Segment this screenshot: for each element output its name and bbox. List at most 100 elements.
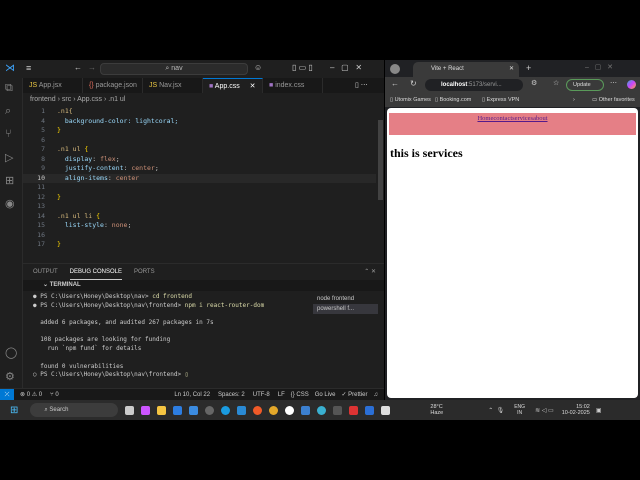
tray-icons[interactable]: ⌃ 🎙	[488, 407, 504, 414]
layout-icons[interactable]: ▯ ▭ ▯	[292, 63, 313, 72]
code-token: list-style	[57, 221, 104, 229]
run-debug-icon[interactable]: ▷	[5, 151, 13, 164]
clock[interactable]: 15:02 10-02-2025	[562, 404, 590, 416]
code-line: 13	[23, 202, 376, 212]
breadcrumb-item[interactable]: src	[62, 96, 71, 103]
command-search[interactable]: ⌕ nav	[100, 63, 248, 75]
bookmark-booking[interactable]: ▯ Booking.com	[435, 93, 471, 107]
tab-app-jsx[interactable]: JS App.jsx	[23, 78, 83, 93]
indentation[interactable]: Spaces: 2	[218, 392, 245, 398]
nav-links[interactable]: Homecontactservicesabout	[389, 113, 636, 122]
extensions-icon[interactable]: ⚙	[531, 79, 537, 87]
language-indicator[interactable]: ENG IN	[514, 404, 525, 416]
vscode-taskbar-icon[interactable]	[237, 405, 247, 415]
code-token: .n1 ul	[57, 145, 85, 153]
tab-nav-jsx[interactable]: JS Nav.jsx	[143, 78, 203, 93]
task-view-icon[interactable]	[125, 405, 135, 415]
activity-bar: ⧉ ⌕ ⑂ ▷ ⊞ ◉ ◯ ⚙	[0, 78, 23, 388]
notifications-icon[interactable]: ▣	[596, 407, 602, 414]
app-red-icon[interactable]	[349, 405, 359, 415]
search-icon[interactable]: ⌕	[5, 105, 11, 118]
mail-icon[interactable]	[189, 405, 199, 415]
copilot-app-icon[interactable]	[141, 405, 151, 415]
code-editor[interactable]: 1 .n1{4 background-color: lightcoral; 5} 6 7…	[23, 107, 376, 257]
tab-package-json[interactable]: {} package.json	[83, 78, 143, 93]
extensions-icon[interactable]: ⊞	[5, 174, 14, 187]
settings-gear-icon[interactable]: ⚙	[5, 370, 15, 383]
terminal-icon[interactable]	[333, 405, 343, 415]
remote-icon[interactable]: ⤫	[0, 388, 14, 401]
tab-index-css[interactable]: ■ index.css	[263, 78, 323, 93]
bell-icon[interactable]: ♫	[374, 392, 379, 398]
postman-icon[interactable]	[253, 405, 263, 415]
editor-scrollbar[interactable]	[378, 120, 383, 200]
split-editor-icon[interactable]: ▯ ⋯	[355, 81, 368, 89]
code-text: align-items: center	[57, 174, 139, 184]
photos-icon[interactable]	[301, 405, 311, 415]
close-tab-icon[interactable]: ✕	[509, 62, 514, 77]
explorer-icon[interactable]: ⧉	[5, 82, 13, 95]
weather-desc: Haze	[430, 410, 444, 416]
snipping-icon[interactable]	[381, 405, 391, 415]
forward-icon[interactable]: →	[88, 63, 96, 72]
tab-output[interactable]: OUTPUT	[33, 264, 58, 280]
new-tab-icon[interactable]: +	[526, 63, 531, 73]
network-volume-battery[interactable]: ≋ ◁ ▭	[535, 407, 554, 414]
account-icon[interactable]: ◯	[5, 346, 17, 359]
breadcrumb-item[interactable]: App.css	[77, 96, 102, 103]
back-icon[interactable]: ←	[74, 63, 82, 72]
terminal-powershell[interactable]: powershell f...	[313, 304, 378, 314]
browser-icon[interactable]	[317, 405, 327, 415]
tab-debug-console[interactable]: DEBUG CONSOLE	[69, 264, 123, 280]
window-controls[interactable]: – ▢ ✕	[585, 63, 613, 71]
terminal-header[interactable]: ⌄ TERMINAL	[23, 280, 384, 291]
code-token: {	[96, 211, 101, 220]
encoding[interactable]: UTF-8	[253, 392, 270, 398]
edge-icon[interactable]	[221, 405, 231, 415]
line-number: 12	[37, 192, 45, 201]
ports-count[interactable]: ⑂ 0	[50, 392, 59, 398]
profile-avatar[interactable]	[390, 64, 400, 74]
cursor-position[interactable]: Ln 10, Col 22	[174, 392, 210, 398]
language-mode[interactable]: {} CSS	[291, 392, 309, 398]
copilot-icon[interactable]	[627, 80, 636, 89]
chevron-right-icon[interactable]: ›	[573, 93, 575, 107]
breadcrumb-item[interactable]: .n1 ul	[108, 96, 125, 103]
weather-widget[interactable]: 28°C Haze	[430, 404, 443, 416]
refresh-icon[interactable]: ↻	[410, 79, 417, 88]
favorites-icon[interactable]: ☆	[553, 79, 559, 87]
copilot-icon[interactable]: ☺	[254, 63, 262, 72]
menu-icon[interactable]: ≡	[26, 63, 31, 73]
prettier-status[interactable]: ✓ Prettier	[341, 391, 367, 398]
app-icon[interactable]	[285, 405, 295, 415]
taskbar-search[interactable]: ⌕ Search	[30, 403, 119, 417]
browser-tab[interactable]: Vite + React ✕	[413, 62, 519, 77]
file-explorer-icon[interactable]	[157, 405, 167, 415]
terminal-node[interactable]: node frontend	[313, 294, 378, 304]
tab-label: package.json	[95, 82, 137, 89]
word-icon[interactable]	[365, 405, 375, 415]
start-icon[interactable]: ⊞	[10, 405, 18, 416]
source-control-icon[interactable]: ⑂	[5, 128, 12, 140]
url-input[interactable]: localhost:5173/servi...	[425, 79, 523, 91]
window-controls[interactable]: – ▢ ✕	[330, 63, 362, 72]
bookmark-utomix[interactable]: ▯ Utomix Games	[390, 93, 431, 107]
go-live-button[interactable]: Go Live	[315, 392, 336, 398]
back-icon[interactable]: ←	[391, 79, 399, 88]
chrome-icon[interactable]	[269, 405, 279, 415]
tab-app-css[interactable]: ■ App.css ✕	[203, 78, 263, 93]
breadcrumb-item[interactable]: frontend	[30, 96, 56, 103]
dropbox-icon[interactable]	[173, 405, 183, 415]
tab-ports[interactable]: PORTS	[134, 264, 155, 280]
remote-icon[interactable]: ◉	[5, 197, 15, 210]
bookmark-expressvpn[interactable]: ▯ Express VPN	[482, 93, 519, 107]
update-button[interactable]: Update	[566, 79, 604, 91]
other-favorites[interactable]: ▭ Other favorites	[592, 93, 635, 107]
tab-label: App.css	[214, 83, 240, 90]
panel-controls[interactable]: ⌃ ✕	[364, 264, 376, 280]
eol[interactable]: LF	[278, 392, 285, 398]
close-icon[interactable]: ✕	[250, 83, 256, 90]
obs-icon[interactable]	[205, 405, 215, 415]
problems-count[interactable]: ⊗ 0 ⚠ 0	[20, 391, 42, 398]
more-icon[interactable]: ⋯	[610, 79, 617, 87]
